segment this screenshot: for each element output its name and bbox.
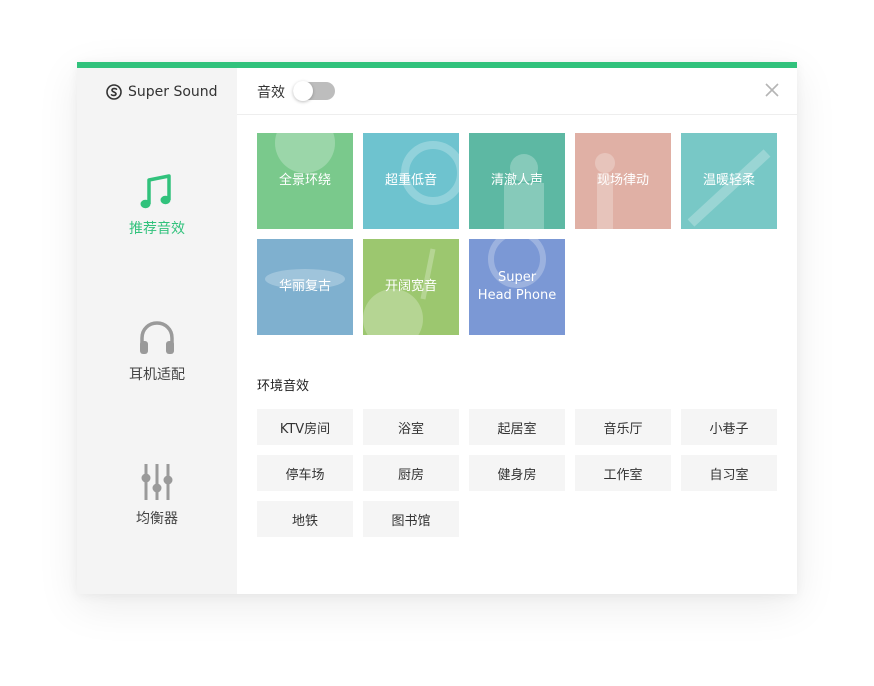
equalizer-icon (141, 464, 173, 500)
sidebar-item-label: 耳机适配 (129, 367, 185, 383)
preset-label: Super Head Phone (477, 270, 557, 303)
brand: Super Sound (106, 82, 218, 102)
header: 音效 (237, 68, 797, 115)
environment-grid: KTV房间 浴室 起居室 音乐厅 小巷子 停车场 厨房 健身房 工作室 自习室 … (257, 409, 781, 537)
environment-button[interactable]: 小巷子 (681, 409, 777, 445)
app-name: Super Sound (128, 84, 218, 100)
toggle-knob (293, 81, 313, 101)
preset-grid: 全景环绕 超重低音 清澈人声 现场律动 温暖轻柔 华丽复古 开阔宽音 Super… (257, 133, 781, 335)
sidebar-item-recommended-effects[interactable]: 推荐音效 (77, 170, 237, 238)
headphones-icon (140, 321, 174, 354)
preset-tile[interactable]: 清澈人声 (469, 133, 565, 229)
preset-label: 华丽复古 (278, 279, 331, 294)
sidebar: Super Sound 推荐音效 耳机适配 均衡器 (77, 68, 237, 594)
header-title: 音效 (257, 85, 285, 101)
environment-button[interactable]: 起居室 (469, 409, 565, 445)
sidebar-item-label: 均衡器 (136, 511, 178, 527)
environment-button[interactable]: 浴室 (363, 409, 459, 445)
environment-section-title: 环境音效 (257, 379, 310, 394)
sidebar-item-equalizer[interactable]: 均衡器 (77, 460, 237, 528)
environment-button[interactable]: 地铁 (257, 501, 353, 537)
environment-button[interactable]: 停车场 (257, 455, 353, 491)
sound-effects-toggle[interactable] (293, 81, 335, 101)
sidebar-item-headphone-adapt[interactable]: 耳机适配 (77, 316, 237, 384)
stage: Super Sound 推荐音效 耳机适配 均衡器 音效 全景环绕 超重低音 清… (0, 0, 874, 686)
preset-tile[interactable]: 全景环绕 (257, 133, 353, 229)
environment-button[interactable]: 厨房 (363, 455, 459, 491)
environment-button[interactable]: 自习室 (681, 455, 777, 491)
preset-label: 清澈人声 (490, 173, 543, 188)
preset-label: 超重低音 (384, 173, 437, 188)
super-sound-logo-icon (106, 84, 122, 100)
preset-tile[interactable]: 开阔宽音 (363, 239, 459, 335)
preset-label: 全景环绕 (278, 173, 331, 188)
environment-button[interactable]: 工作室 (575, 455, 671, 491)
preset-label: 现场律动 (596, 173, 649, 188)
environment-button[interactable]: 音乐厅 (575, 409, 671, 445)
environment-button[interactable]: 健身房 (469, 455, 565, 491)
preset-tile[interactable]: 现场律动 (575, 133, 671, 229)
music-note-icon (140, 174, 171, 209)
sound-effects-window: Super Sound 推荐音效 耳机适配 均衡器 音效 全景环绕 超重低音 清… (77, 62, 797, 594)
environment-button[interactable]: KTV房间 (257, 409, 353, 445)
preset-label: 开阔宽音 (384, 279, 437, 294)
preset-tile[interactable]: 超重低音 (363, 133, 459, 229)
preset-tile[interactable]: Super Head Phone (469, 239, 565, 335)
preset-tile[interactable]: 温暖轻柔 (681, 133, 777, 229)
preset-tile[interactable]: 华丽复古 (257, 239, 353, 335)
main-panel: 音效 全景环绕 超重低音 清澈人声 现场律动 温暖轻柔 华丽复古 开阔宽音 Su… (237, 68, 797, 594)
close-icon[interactable] (765, 83, 779, 97)
sidebar-item-label: 推荐音效 (129, 221, 185, 237)
preset-label: 温暖轻柔 (702, 173, 755, 188)
environment-button[interactable]: 图书馆 (363, 501, 459, 537)
